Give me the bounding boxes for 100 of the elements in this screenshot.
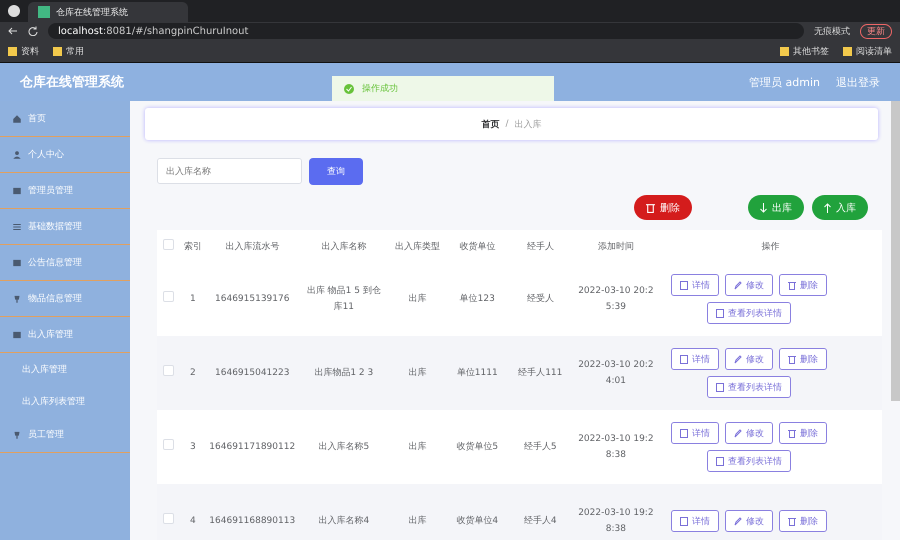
search-field[interactable]: 出入库名称 xyxy=(157,158,302,184)
table-cell: 经手人111 xyxy=(508,336,573,410)
table-cell: 单位1111 xyxy=(446,336,508,410)
sidebar-subitem[interactable]: 出入库列表管理 xyxy=(0,385,130,417)
trash-icon xyxy=(788,516,796,526)
user-label: 管理员 admin xyxy=(749,74,820,90)
bookmark[interactable]: 阅读清单 xyxy=(856,44,892,58)
browser-tab[interactable]: 仓库在线管理系统 xyxy=(28,2,188,22)
column-header: 收货单位 xyxy=(446,230,508,262)
home-icon xyxy=(12,114,22,124)
row-action-button[interactable]: 查看列表详情 xyxy=(707,376,792,398)
table-cell: 出入库名称5 xyxy=(299,410,388,484)
column-header: 添加时间 xyxy=(572,230,660,262)
logout-link[interactable]: 退出登录 xyxy=(836,74,880,90)
row-action-button[interactable]: 详情 xyxy=(671,348,720,370)
card-icon xyxy=(12,258,22,268)
bookmark[interactable]: 资料 xyxy=(21,44,39,58)
table-cell: 164691171890112 xyxy=(205,410,300,484)
column-header: 出入库类型 xyxy=(388,230,446,262)
table-cell: 出库 xyxy=(388,262,446,336)
trash-icon xyxy=(646,202,655,212)
table-cell: 出库 xyxy=(388,484,446,540)
breadcrumb-current: 出入库 xyxy=(514,118,542,130)
table-cell: 2022-03-10 20:25:39 xyxy=(572,262,660,336)
card-icon xyxy=(12,330,22,340)
table-cell: 出库 物品1 5 到仓库11 xyxy=(299,262,388,336)
table-cell: 2022-03-10 19:28:38 xyxy=(572,410,660,484)
folder-icon xyxy=(53,46,62,56)
row-action-button[interactable]: 删除 xyxy=(779,274,828,296)
pin-icon xyxy=(12,430,22,440)
address-bar[interactable]: localhost:8081/#/shangpinChuruInout xyxy=(48,23,804,39)
column-header: 出入库流水号 xyxy=(205,230,300,262)
column-header: 操作 xyxy=(659,230,882,262)
table-cell: 2022-03-10 19:28:38 xyxy=(572,484,660,540)
folder-icon xyxy=(843,46,852,56)
table-cell: 收货单位5 xyxy=(446,410,508,484)
incognito-label: 无痕模式 xyxy=(814,26,850,38)
table-cell: 3 xyxy=(180,410,206,484)
down-arrow-icon xyxy=(760,202,767,212)
table-cell: 出库 xyxy=(388,336,446,410)
in-button[interactable]: 入库 xyxy=(812,195,868,220)
row-action-button[interactable]: 查看列表详情 xyxy=(707,450,792,472)
trash-icon xyxy=(788,280,796,290)
check-icon xyxy=(344,84,354,94)
sidebar-subitem[interactable]: 出入库管理 xyxy=(0,353,130,385)
column-header: 经手人 xyxy=(508,230,573,262)
column-header: 索引 xyxy=(180,230,206,262)
list-icon xyxy=(12,222,22,232)
bookmark[interactable]: 常用 xyxy=(66,44,84,58)
row-action-button[interactable]: 详情 xyxy=(671,422,720,444)
edit-icon xyxy=(734,428,742,438)
back-icon[interactable] xyxy=(8,26,18,36)
card-icon xyxy=(12,186,22,196)
search-button[interactable]: 查询 xyxy=(309,158,363,185)
column-header: 出入库名称 xyxy=(299,230,388,262)
table-cell: 2 xyxy=(180,336,206,410)
document-icon xyxy=(716,308,724,318)
trash-icon xyxy=(788,354,796,364)
table-cell: 出库物品1 2 3 xyxy=(299,336,388,410)
row-action-button[interactable]: 删除 xyxy=(779,348,828,370)
checkbox[interactable] xyxy=(163,438,174,450)
table-cell: 1646915041223 xyxy=(205,336,300,410)
edit-icon xyxy=(734,354,742,364)
row-action-button[interactable]: 详情 xyxy=(671,510,720,532)
row-action-button[interactable]: 修改 xyxy=(725,348,774,370)
table-cell: 收货单位4 xyxy=(446,484,508,540)
folder-icon xyxy=(8,46,17,56)
table-cell: 1 xyxy=(180,262,206,336)
document-icon xyxy=(680,428,688,438)
checkbox[interactable] xyxy=(163,512,174,524)
checkbox[interactable] xyxy=(163,290,174,302)
table-cell: 出入库名称4 xyxy=(299,484,388,540)
table-cell: 经手人5 xyxy=(508,410,573,484)
row-action-button[interactable]: 详情 xyxy=(671,274,720,296)
table-cell: 单位123 xyxy=(446,262,508,336)
row-action-button[interactable]: 修改 xyxy=(725,422,774,444)
row-action-button[interactable]: 修改 xyxy=(725,510,774,532)
reload-icon[interactable] xyxy=(28,26,38,36)
tab-icon xyxy=(38,6,50,18)
table-cell: 2022-03-10 20:24:01 xyxy=(572,336,660,410)
edit-icon xyxy=(734,516,742,526)
row-action-button[interactable]: 删除 xyxy=(779,510,828,532)
danger-button[interactable]: 删除 xyxy=(634,195,692,220)
out-button[interactable]: 出库 xyxy=(748,195,804,220)
breadcrumb-separator: / xyxy=(505,119,509,129)
table-cell: 经受人 xyxy=(508,262,573,336)
checkbox[interactable] xyxy=(163,364,174,376)
trash-icon xyxy=(788,428,796,438)
row-action-button[interactable]: 查看列表详情 xyxy=(707,302,792,324)
table-cell: 经手人4 xyxy=(508,484,573,540)
pin-icon xyxy=(12,294,22,304)
success-toast: 操作成功 xyxy=(332,76,554,101)
breadcrumb-link[interactable]: 首页 xyxy=(481,118,500,130)
row-action-button[interactable]: 修改 xyxy=(725,274,774,296)
row-action-button[interactable]: 删除 xyxy=(779,422,828,444)
document-icon xyxy=(680,516,688,526)
update-button[interactable]: 更新 xyxy=(860,24,892,38)
checkbox[interactable] xyxy=(163,239,174,250)
bookmark[interactable]: 其他书签 xyxy=(793,44,829,58)
document-icon xyxy=(716,382,724,392)
